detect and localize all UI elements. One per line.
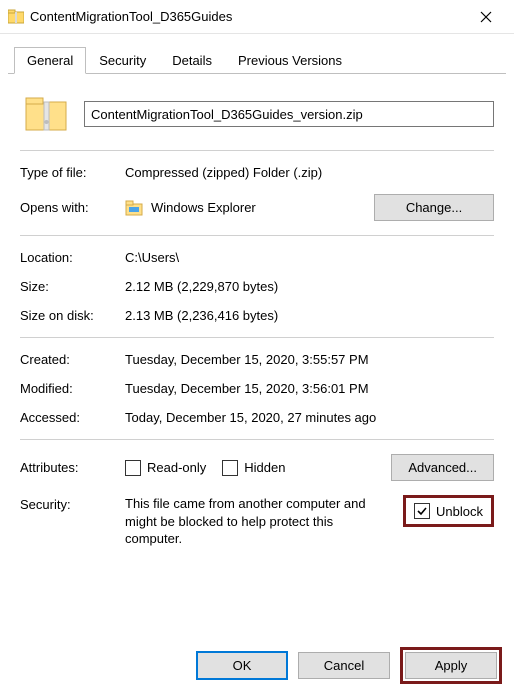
advanced-button[interactable]: Advanced... [391,454,494,481]
button-label: OK [233,658,252,673]
zip-folder-icon [8,9,24,25]
hidden-checkbox-wrap[interactable]: Hidden [222,460,285,476]
ok-button[interactable]: OK [196,651,288,680]
button-label: Change... [406,200,462,215]
tab-label: Previous Versions [238,53,342,68]
label-attributes: Attributes: [20,460,125,475]
button-label: Advanced... [408,460,477,475]
separator [20,439,494,440]
tab-details[interactable]: Details [159,47,225,74]
cancel-button[interactable]: Cancel [298,652,390,679]
value-size-on-disk: 2.13 MB (2,236,416 bytes) [125,308,494,323]
security-text: This file came from another computer and… [125,495,403,548]
windows-explorer-icon [125,199,143,217]
unblock-label: Unblock [436,504,483,519]
value-type-of-file: Compressed (zipped) Folder (.zip) [125,165,494,180]
hidden-checkbox[interactable] [222,460,238,476]
titlebar: ContentMigrationTool_D365Guides [0,0,514,34]
window-title: ContentMigrationTool_D365Guides [30,9,466,24]
general-tab-content: Type of file: Compressed (zipped) Folder… [0,74,514,568]
value-created: Tuesday, December 15, 2020, 3:55:57 PM [125,352,494,367]
apply-button[interactable]: Apply [405,652,497,679]
tab-general[interactable]: General [14,47,86,74]
value-size: 2.12 MB (2,229,870 bytes) [125,279,494,294]
hidden-label: Hidden [244,460,285,475]
value-location: C:\Users\ [125,250,494,265]
label-type-of-file: Type of file: [20,165,125,180]
unblock-emphasis: Unblock [403,495,494,527]
change-button[interactable]: Change... [374,194,494,221]
button-label: Apply [435,658,468,673]
separator [20,337,494,338]
close-button[interactable] [466,3,506,31]
apply-emphasis: Apply [400,647,502,684]
tab-previous-versions[interactable]: Previous Versions [225,47,355,74]
value-opens-with: Windows Explorer [151,200,256,215]
tab-strip: General Security Details Previous Versio… [8,40,506,74]
label-modified: Modified: [20,381,125,396]
label-security: Security: [20,495,125,512]
label-opens-with: Opens with: [20,200,125,215]
label-accessed: Accessed: [20,410,125,425]
label-location: Location: [20,250,125,265]
unblock-checkbox[interactable] [414,503,430,519]
label-created: Created: [20,352,125,367]
tab-label: Security [99,53,146,68]
filename-input[interactable] [84,101,494,127]
separator [20,235,494,236]
readonly-label: Read-only [147,460,206,475]
label-size: Size: [20,279,125,294]
tab-security[interactable]: Security [86,47,159,74]
readonly-checkbox[interactable] [125,460,141,476]
value-accessed: Today, December 15, 2020, 27 minutes ago [125,410,494,425]
label-size-on-disk: Size on disk: [20,308,125,323]
value-modified: Tuesday, December 15, 2020, 3:56:01 PM [125,381,494,396]
readonly-checkbox-wrap[interactable]: Read-only [125,460,206,476]
button-label: Cancel [324,658,364,673]
dialog-footer: OK Cancel Apply [0,647,514,684]
separator [20,150,494,151]
tab-label: General [27,53,73,68]
zip-folder-icon [24,92,68,136]
tab-label: Details [172,53,212,68]
